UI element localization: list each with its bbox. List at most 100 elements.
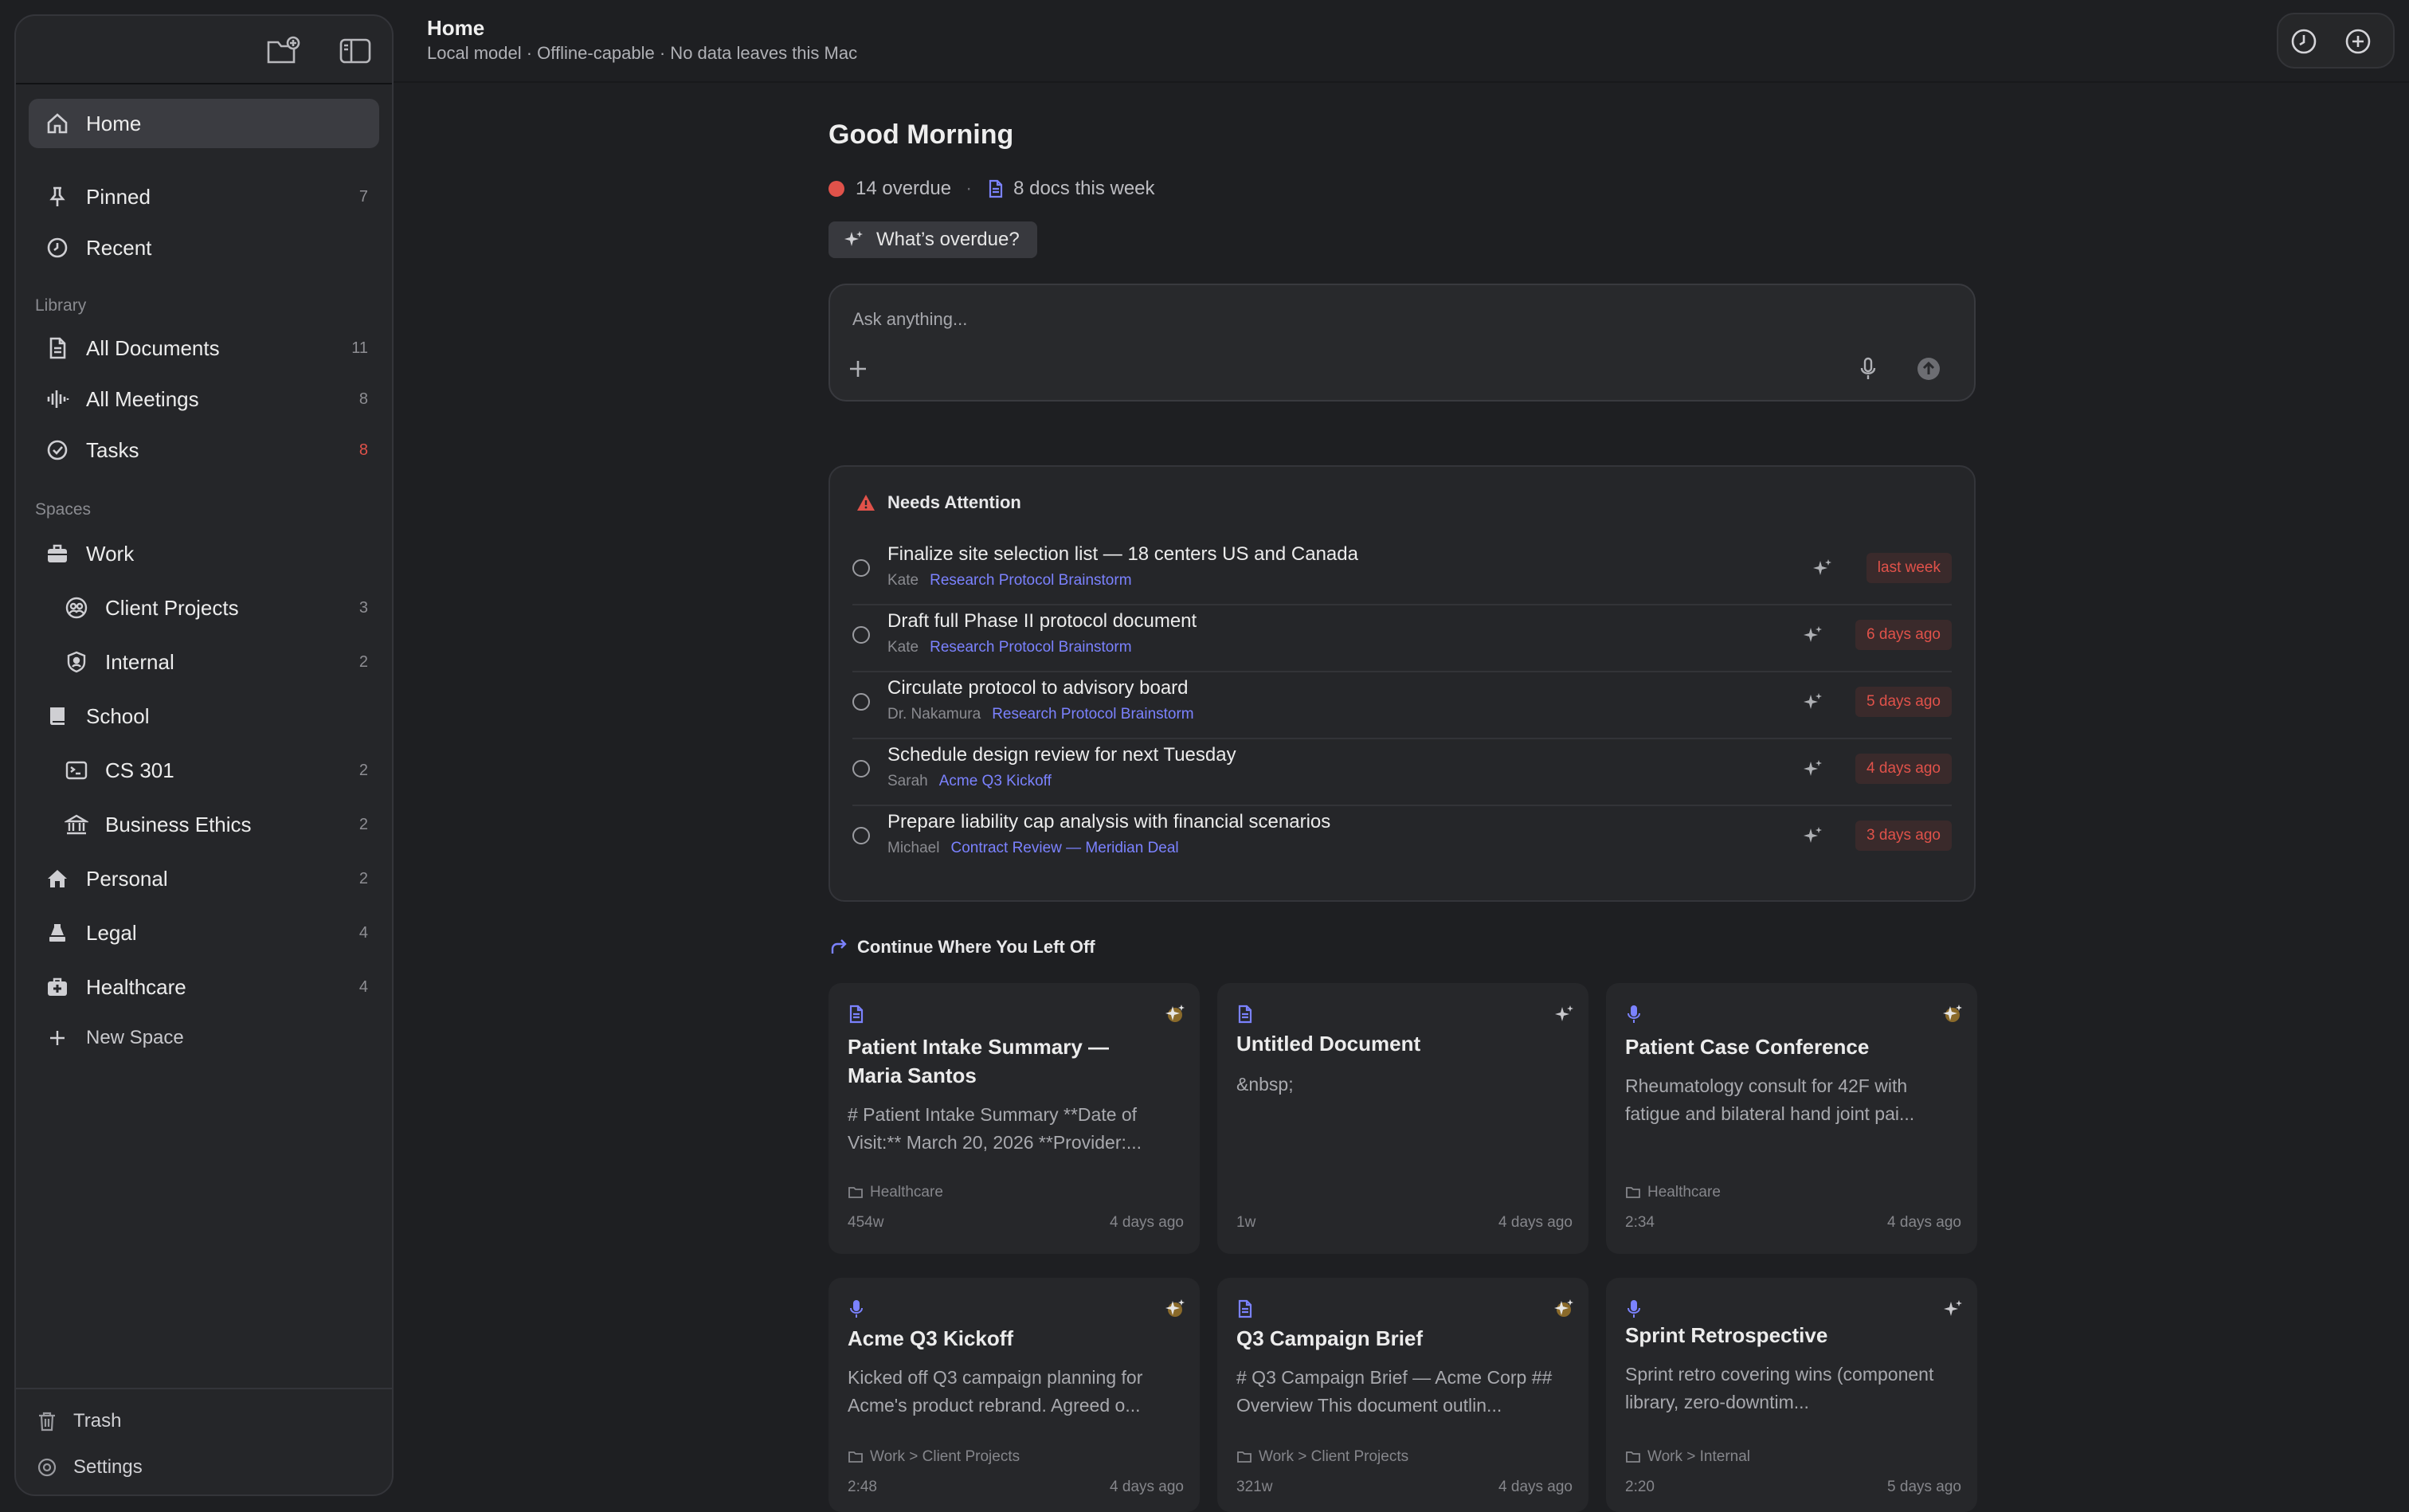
sidebar-item-count: 7 — [358, 187, 368, 206]
task-title: Prepare liability cap analysis with fina… — [887, 811, 1331, 832]
task-owner: Sarah — [887, 773, 928, 789]
send-icon[interactable] — [1915, 355, 1942, 382]
new-folder-icon[interactable] — [264, 33, 303, 69]
folder-icon — [848, 1185, 864, 1201]
task-row[interactable]: Schedule design review for next Tuesday … — [852, 738, 1952, 806]
sparkle-icon[interactable] — [1550, 1001, 1577, 1028]
card-size: 1w — [1236, 1214, 1256, 1231]
task-owner: Kate — [887, 572, 919, 589]
sparkle-icon[interactable] — [1550, 1295, 1577, 1322]
sidebar-item-recent[interactable]: Recent — [29, 223, 379, 272]
divider — [16, 1388, 392, 1389]
sidebar-item-trash[interactable]: Trash — [35, 1405, 121, 1437]
add-attachment-icon[interactable] — [844, 355, 872, 382]
sparkle-icon[interactable] — [1810, 556, 1834, 580]
gavel-icon — [45, 920, 70, 946]
microphone-icon — [846, 1299, 867, 1319]
card-time: 4 days ago — [1110, 1479, 1184, 1495]
recent-card[interactable]: Patient Case Conference Rheumatology con… — [1606, 983, 1977, 1254]
sparkle-icon[interactable] — [1800, 690, 1824, 714]
sidebar-item-work[interactable]: Work — [29, 529, 379, 578]
task-checkbox[interactable] — [852, 760, 870, 778]
task-row[interactable]: Circulate protocol to advisory board Dr.… — [852, 671, 1952, 739]
sparkle-icon[interactable] — [1800, 757, 1824, 781]
task-checkbox[interactable] — [852, 559, 870, 577]
sidebar-item-business-ethics[interactable]: Business Ethics 2 — [29, 800, 379, 849]
sidebar-item-internal[interactable]: Internal 2 — [29, 637, 379, 687]
sidebar-item-school[interactable]: School — [29, 691, 379, 741]
sidebar-item-tasks[interactable]: Tasks 8 — [29, 425, 379, 475]
sparkle-icon[interactable] — [1939, 1295, 1966, 1322]
toolbar-actions — [2277, 13, 2395, 69]
sidebar-item-healthcare[interactable]: Healthcare 4 — [29, 962, 379, 1012]
task-source-link[interactable]: Research Protocol Brainstorm — [992, 706, 1193, 723]
sidebar-item-label: Recent — [86, 235, 152, 260]
task-checkbox[interactable] — [852, 693, 870, 711]
sidebar-item-label: All Documents — [86, 335, 220, 360]
recent-card[interactable]: Acme Q3 Kickoff Kicked off Q3 campaign p… — [828, 1278, 1200, 1512]
card-size: 2:20 — [1625, 1479, 1655, 1495]
due-badge: 4 days ago — [1855, 754, 1952, 784]
ask-input[interactable] — [851, 303, 1651, 336]
sidebar-toolbar — [16, 16, 392, 84]
overdue-indicator-icon — [828, 181, 844, 197]
whats-overdue-button[interactable]: What’s overdue? — [828, 221, 1037, 258]
sidebar-item-count: 2 — [358, 652, 368, 671]
sidebar-item-personal[interactable]: Personal 2 — [29, 854, 379, 903]
microphone-icon — [1624, 1004, 1644, 1024]
task-source-link[interactable]: Research Protocol Brainstorm — [930, 572, 1131, 589]
new-item-icon[interactable] — [2344, 27, 2372, 56]
sidebar-item-home[interactable]: Home — [29, 99, 379, 148]
task-owner: Michael — [887, 840, 940, 856]
sidebar-item-all-meetings[interactable]: All Meetings 8 — [29, 374, 379, 424]
card-time: 4 days ago — [1498, 1479, 1573, 1495]
card-time: 4 days ago — [1110, 1214, 1184, 1231]
task-checkbox[interactable] — [852, 626, 870, 644]
history-icon[interactable] — [2290, 27, 2318, 56]
sidebar-item-all-documents[interactable]: All Documents 11 — [29, 323, 379, 373]
new-space-button[interactable]: New Space — [29, 1013, 379, 1063]
waveform-icon — [45, 386, 70, 412]
page-title: Home — [427, 16, 485, 40]
sidebar-item-cs-301[interactable]: CS 301 2 — [29, 746, 379, 795]
task-meta: Kate Research Protocol Brainstorm — [887, 639, 1132, 656]
sidebar-item-client-projects[interactable]: Client Projects 3 — [29, 583, 379, 633]
sidebar-item-label: Personal — [86, 866, 168, 891]
document-icon — [1235, 1004, 1255, 1024]
summary-stats: 14 overdue · 8 docs this week — [828, 177, 1155, 201]
document-icon — [986, 179, 1005, 198]
card-title: Sprint Retrospective — [1625, 1323, 1828, 1347]
resume-arrow-icon — [828, 937, 849, 958]
card-folder: Healthcare — [1625, 1184, 1721, 1201]
card-folder: Work > Internal — [1625, 1448, 1750, 1466]
recent-card[interactable]: Untitled Document &nbsp; 1w 4 days ago — [1217, 983, 1588, 1254]
task-checkbox[interactable] — [852, 827, 870, 844]
task-row[interactable]: Finalize site selection list — 18 center… — [852, 537, 1952, 605]
recent-card[interactable]: Sprint Retrospective Sprint retro coveri… — [1606, 1278, 1977, 1512]
card-folder: Healthcare — [848, 1184, 943, 1201]
sparkle-icon[interactable] — [1161, 1295, 1189, 1322]
sparkle-icon[interactable] — [1800, 623, 1824, 647]
folder-icon — [848, 1449, 864, 1465]
plus-icon — [45, 1025, 70, 1051]
microphone-icon[interactable] — [1855, 355, 1882, 382]
task-source-link[interactable]: Contract Review — Meridian Deal — [950, 840, 1178, 856]
task-row[interactable]: Prepare liability cap analysis with fina… — [852, 805, 1952, 872]
recent-card[interactable]: Patient Intake Summary — Maria Santos # … — [828, 983, 1200, 1254]
task-source-link[interactable]: Research Protocol Brainstorm — [930, 639, 1131, 656]
task-row[interactable]: Draft full Phase II protocol document Ka… — [852, 604, 1952, 672]
sparkle-icon[interactable] — [1800, 824, 1824, 848]
sparkle-icon[interactable] — [1161, 1001, 1189, 1028]
sidebar-item-label: Business Ethics — [105, 812, 252, 836]
separator: · — [966, 178, 973, 199]
task-owner: Dr. Nakamura — [887, 706, 981, 723]
card-size: 2:34 — [1625, 1214, 1655, 1231]
recent-card[interactable]: Q3 Campaign Brief # Q3 Campaign Brief — … — [1217, 1278, 1588, 1512]
sidebar-item-settings[interactable]: Settings — [35, 1451, 143, 1483]
sparkle-icon[interactable] — [1939, 1001, 1966, 1028]
toggle-sidebar-icon[interactable] — [336, 33, 374, 69]
folder-icon — [1625, 1449, 1641, 1465]
sidebar-item-legal[interactable]: Legal 4 — [29, 908, 379, 958]
sidebar-item-pinned[interactable]: Pinned 7 — [29, 172, 379, 221]
task-source-link[interactable]: Acme Q3 Kickoff — [939, 773, 1052, 789]
